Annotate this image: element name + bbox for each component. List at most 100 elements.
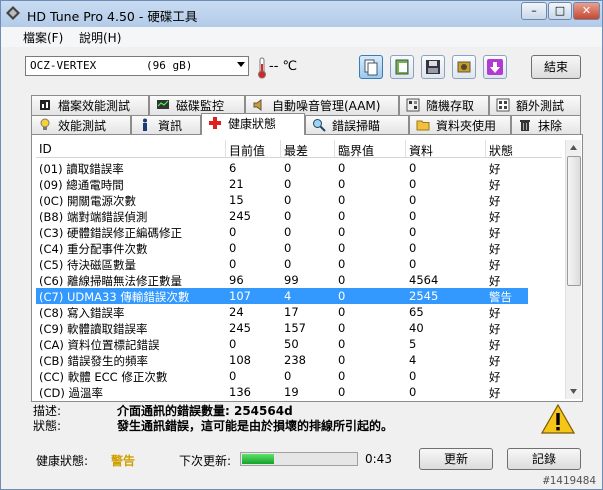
cell-current: 96 — [229, 273, 244, 287]
cell-worst: 4 — [284, 289, 292, 303]
warning-icon — [541, 404, 575, 434]
drive-select[interactable]: OCZ-VERTEX (96 gB) — [25, 56, 249, 76]
table-row[interactable]: (C9) 軟體讀取錯誤率 245 157 0 40 好 — [36, 320, 562, 336]
cell-threshold: 0 — [338, 369, 346, 383]
table-row[interactable]: (01) 讀取錯誤率 6 0 0 0 好 — [36, 160, 562, 176]
tab-aam[interactable]: 自動噪音管理(AAM) — [245, 95, 399, 115]
cell-data: 0 — [409, 177, 417, 191]
vertical-scrollbar[interactable] — [565, 140, 581, 399]
update-progress-bar — [240, 452, 358, 466]
title-bar[interactable]: HD Tune Pro 4.50 - 硬碟工具 – □ ✕ — [1, 1, 602, 27]
cell-current: 0 — [229, 257, 237, 271]
header-id[interactable]: ID — [39, 142, 52, 156]
tab-extra-tests[interactable]: 額外測試 — [489, 95, 581, 115]
tab-disk-monitor[interactable]: 磁碟監控 — [149, 95, 245, 115]
table-row[interactable]: (C6) 離線掃瞄無法修正數量 96 99 0 4564 好 — [36, 272, 562, 288]
cell-worst: 0 — [284, 193, 292, 207]
thermometer-icon — [258, 57, 266, 79]
info-icon — [143, 118, 147, 131]
header-divider[interactable] — [405, 140, 406, 157]
toolbar: OCZ-VERTEX (96 gB) -- ℃ 結束 — [1, 47, 602, 89]
table-row[interactable]: (C4) 重分配事件次數 0 0 0 0 好 — [36, 240, 562, 256]
cell-status: 好 — [489, 306, 501, 320]
cell-worst: 0 — [284, 257, 292, 271]
options-button[interactable] — [452, 55, 476, 79]
table-header: ID 目前值 最差 臨界值 資料 狀態 — [36, 140, 562, 158]
cell-id: (C6) 離線掃瞄無法修正數量 — [39, 274, 182, 288]
tab-info[interactable]: 資訊 — [131, 115, 201, 135]
header-divider[interactable] — [225, 140, 226, 157]
description-area: 描述: 介面通訊的錯誤數量: 254564d 狀態: 發生通訊錯誤，這可能是由於… — [33, 402, 581, 438]
cell-threshold: 0 — [338, 385, 346, 399]
header-divider[interactable] — [334, 140, 335, 157]
cell-id: (C7) UDMA33 傳輸錯誤次數 — [39, 290, 190, 304]
scroll-thumb[interactable] — [567, 156, 581, 286]
table-row[interactable]: (09) 總通電時間 21 0 0 0 好 — [36, 176, 562, 192]
tab-benchmark[interactable]: 效能測試 — [31, 115, 131, 135]
health-status-value: 警告 — [111, 454, 136, 468]
health-status-label: 健康狀態: — [36, 454, 89, 468]
table-row[interactable]: (CD) 過溫率 136 19 0 0 好 — [36, 384, 562, 400]
menu-bar: 檔案(F) 說明(H) — [1, 27, 602, 47]
chevron-down-icon — [237, 62, 245, 67]
table-row[interactable]: (C7) UDMA33 傳輸錯誤次數 107 4 0 2545 警告 — [36, 288, 528, 304]
menu-help[interactable]: 說明(H) — [79, 29, 121, 46]
cell-current: 15 — [229, 193, 244, 207]
header-threshold[interactable]: 臨界值 — [338, 142, 374, 159]
table-row[interactable]: (CC) 軟體 ECC 修正次數 0 0 0 0 好 — [36, 368, 562, 384]
header-status[interactable]: 狀態 — [489, 142, 513, 159]
cell-worst: 157 — [284, 321, 306, 335]
scroll-down-arrow-icon[interactable] — [566, 383, 581, 399]
refresh-button[interactable]: 更新 — [419, 448, 493, 470]
header-worst[interactable]: 最差 — [284, 142, 308, 159]
cell-current: 24 — [229, 305, 244, 319]
cell-threshold: 0 — [338, 321, 346, 335]
drive-size: (96 gB) — [146, 59, 193, 72]
cell-status: 好 — [489, 258, 501, 272]
cell-threshold: 0 — [338, 273, 346, 287]
table-row[interactable]: (C3) 硬體錯誤修正編碼修正 0 0 0 0 好 — [36, 224, 562, 240]
table-row[interactable]: (C8) 寫入錯誤率 24 17 0 65 好 — [36, 304, 562, 320]
exit-button[interactable]: 結束 — [531, 55, 581, 79]
tab-erase[interactable]: 抹除 — [511, 115, 581, 135]
tab-file-benchmark[interactable]: 檔案效能測試 — [31, 95, 149, 115]
copy-screenshot-button[interactable] — [390, 55, 414, 79]
cell-id: (CA) 資料位置標記錯誤 — [39, 338, 160, 352]
table-row[interactable]: (0C) 開關電源次數 15 0 0 0 好 — [36, 192, 562, 208]
scroll-up-arrow-icon[interactable] — [566, 140, 581, 156]
cell-data: 65 — [409, 305, 424, 319]
cell-current: 245 — [229, 209, 251, 223]
cell-worst: 99 — [284, 273, 299, 287]
cell-worst: 0 — [284, 369, 292, 383]
tab-folder-usage[interactable]: 資料夾使用 — [409, 115, 511, 135]
tab-random-access[interactable]: 隨機存取 — [399, 95, 489, 115]
table-row[interactable]: (C5) 待決磁區數量 0 0 0 0 好 — [36, 256, 562, 272]
close-button[interactable]: ✕ — [573, 2, 600, 20]
cell-id: (CB) 錯誤發生的頻率 — [39, 354, 149, 368]
menu-file[interactable]: 檔案(F) — [23, 29, 63, 46]
cell-id: (C5) 待決磁區數量 — [39, 258, 136, 272]
log-button[interactable]: 記錄 — [507, 448, 581, 470]
cell-id: (09) 總通電時間 — [39, 178, 124, 192]
extra-icon — [496, 98, 510, 112]
cell-worst: 238 — [284, 353, 306, 367]
tab-error-scan[interactable]: 錯誤掃瞄 — [305, 115, 409, 135]
table-row[interactable]: (CA) 資料位置標記錯誤 0 50 0 5 好 — [36, 336, 562, 352]
cell-status: 好 — [489, 338, 501, 352]
table-row[interactable]: (B8) 端對端錯誤偵測 245 0 0 0 好 — [36, 208, 562, 224]
table-row[interactable]: (CB) 錯誤發生的頻率 108 238 0 4 好 — [36, 352, 562, 368]
status-bar: 健康狀態: 警告 下次更新: 0:43 更新 記錄 — [1, 445, 602, 475]
minimize-button[interactable]: – — [521, 2, 547, 20]
download-button[interactable] — [483, 55, 507, 79]
header-divider[interactable] — [280, 140, 281, 157]
copy-text-button[interactable] — [359, 55, 383, 79]
magnifier-icon — [313, 119, 326, 132]
maximize-button[interactable]: □ — [548, 2, 572, 20]
save-button[interactable] — [421, 55, 445, 79]
arrow-down-icon — [487, 59, 503, 75]
header-current[interactable]: 目前值 — [229, 142, 265, 159]
cell-threshold: 0 — [338, 177, 346, 191]
header-divider[interactable] — [485, 140, 486, 157]
tab-health[interactable]: 健康狀態 — [201, 113, 305, 135]
header-data[interactable]: 資料 — [409, 142, 433, 159]
